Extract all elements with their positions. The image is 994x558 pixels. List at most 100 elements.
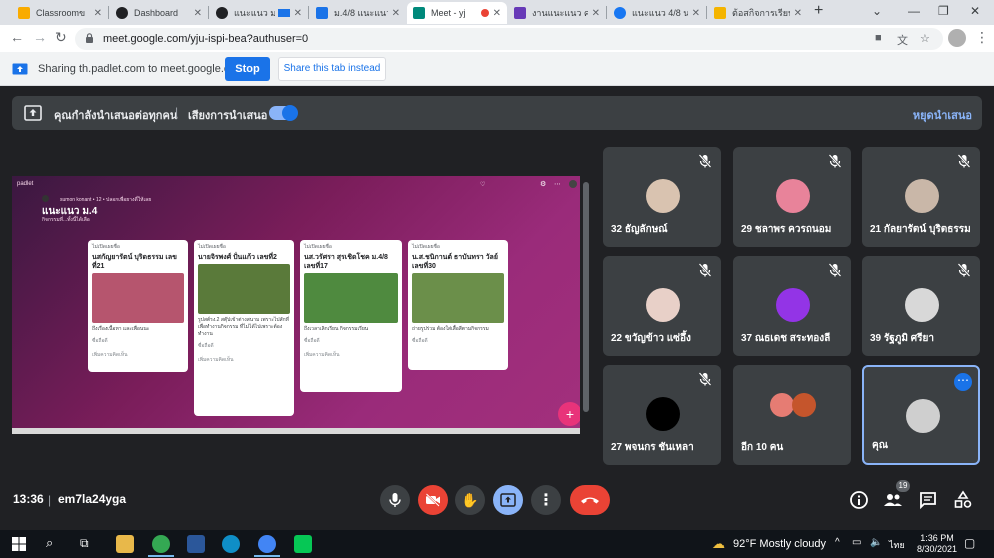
avatar: [646, 288, 680, 322]
participant-tile[interactable]: 27 พจนกร ชันเหลา: [603, 365, 721, 465]
card-header: ไม่เปิดเผยชื่อ: [198, 244, 226, 250]
microphone-button[interactable]: [380, 485, 410, 515]
participant-tile[interactable]: 32 ธัญลักษณ์: [603, 147, 721, 247]
tile-options-icon[interactable]: ⋯: [954, 373, 972, 391]
padlet-icon: [216, 7, 228, 19]
tab-facebook[interactable]: แนะแนว 4/8 น ✕: [608, 2, 706, 24]
input-language[interactable]: ไทย: [889, 538, 905, 552]
facebook-icon: [614, 7, 626, 19]
author-avatar: [42, 195, 49, 202]
chat-icon[interactable]: [918, 490, 938, 510]
participant-name: อีก 10 คน: [741, 442, 784, 453]
profile-avatar[interactable]: [948, 29, 966, 47]
close-icon[interactable]: ✕: [94, 8, 102, 19]
participant-tile[interactable]: 39 รัฐภูมิ ศรียา: [862, 256, 980, 356]
address-bar[interactable]: meet.google.com/yju-ispi-bea?authuser=0 …: [75, 28, 943, 50]
chrome-profile-icon[interactable]: [258, 535, 276, 553]
camera-button[interactable]: [418, 485, 448, 515]
mic-off-icon: [828, 154, 842, 168]
meeting-clock: 13:36: [13, 492, 44, 506]
divider: |: [175, 105, 179, 119]
raise-hand-button[interactable]: ✋: [455, 485, 485, 515]
tray-clock[interactable]: 1:36 PM 8/30/2021: [917, 533, 957, 555]
leave-call-button[interactable]: [570, 485, 610, 515]
windows-start-icon[interactable]: [12, 537, 26, 551]
translate-icon[interactable]: 文: [897, 32, 908, 48]
network-icon[interactable]: ▭: [852, 537, 861, 548]
participant-name: 29 ชลาพร ควรถนอม: [741, 224, 832, 235]
search-icon[interactable]: ⌕: [46, 535, 53, 551]
present-now-button[interactable]: [493, 485, 523, 515]
tab-classroom[interactable]: Classroomข ✕: [12, 2, 108, 24]
participant-tile[interactable]: 29 ชลาพร ควรถนอม: [733, 147, 851, 247]
word-icon[interactable]: [187, 535, 205, 553]
hang-up-icon: [581, 497, 599, 504]
tab-meet[interactable]: Meet - yj ✕: [407, 2, 507, 24]
line-icon[interactable]: [294, 535, 312, 553]
menu-kebab-icon[interactable]: ⋮: [975, 29, 989, 46]
close-icon[interactable]: ✕: [294, 8, 302, 19]
edge-icon[interactable]: [222, 535, 240, 553]
activities-icon[interactable]: [953, 490, 973, 510]
presentation-audio-label: เสียงการนำเสนอ: [188, 110, 268, 122]
card-title: นสกัญยารัตน์ บุริดธรรม เลขที่21: [92, 254, 177, 270]
close-icon[interactable]: ✕: [592, 8, 600, 19]
avatar: [792, 393, 816, 417]
close-icon[interactable]: ✕: [493, 8, 501, 19]
close-icon[interactable]: ✕: [692, 8, 700, 19]
chrome-icon[interactable]: [152, 535, 170, 553]
minimize-button[interactable]: —: [908, 4, 920, 18]
card-comment: เพิ่มความคิดเห็น: [304, 352, 340, 358]
restore-button[interactable]: ❐: [938, 4, 949, 18]
participant-tile[interactable]: 21 กัลยารัตน์ บุริตธรรม: [862, 147, 980, 247]
participant-name: 32 ธัญลักษณ์: [611, 224, 668, 235]
participant-tile[interactable]: 22 ขวัญข้าว แซ่อึ้ง: [603, 256, 721, 356]
close-icon[interactable]: ✕: [194, 8, 202, 19]
weather-text[interactable]: 92°F Mostly cloudy: [733, 538, 826, 550]
participant-tile[interactable]: อีก 10 คน: [733, 365, 851, 465]
task-view-icon[interactable]: ⧉: [80, 536, 89, 551]
close-icon[interactable]: ✕: [392, 8, 400, 19]
tab-forms[interactable]: งานแนะแนว ครั้ ✕: [508, 2, 606, 24]
stop-sharing-button[interactable]: Stop: [225, 57, 270, 81]
participant-name: คุณ: [872, 440, 888, 451]
back-button[interactable]: ←: [10, 29, 24, 45]
url-text: meet.google.com/yju-ispi-bea?authuser=0: [103, 33, 309, 45]
avatar: [646, 179, 680, 213]
reload-button[interactable]: ↻: [55, 29, 67, 46]
padlet-subtitle: กิจกรรมที่...ทั้งนี้ได้เลือ: [42, 217, 90, 223]
close-icon[interactable]: ✕: [794, 8, 802, 19]
notifications-icon[interactable]: ▢: [964, 536, 975, 550]
close-window-button[interactable]: ✕: [970, 4, 980, 18]
card-title: นส.วรัศรา สุรเชิดโชค ม.4/8 เลขที่17: [304, 254, 388, 270]
tab-dashboard[interactable]: Dashboard ✕: [110, 2, 208, 24]
new-tab-button[interactable]: +: [814, 2, 823, 20]
presentation-audio-toggle[interactable]: [269, 105, 298, 121]
camera-blocked-icon[interactable]: ■: [875, 32, 882, 44]
volume-icon[interactable]: 🔈: [870, 537, 882, 548]
tab-slides[interactable]: ต้อสกิจการเรียนรู้ ✕: [708, 2, 808, 24]
bookmark-star-icon[interactable]: ☆: [920, 32, 930, 45]
more-vert-icon: ⋮: [538, 492, 554, 509]
forward-button[interactable]: →: [33, 29, 47, 45]
tab-label: ต้อสกิจการเรียนรู้: [732, 8, 790, 18]
tab-search-icon[interactable]: ⌄: [872, 4, 882, 18]
meeting-details-icon[interactable]: [849, 490, 869, 510]
screen-share-indicator-icon: [277, 9, 290, 17]
camera-off-icon: [425, 493, 440, 507]
more-options-button[interactable]: ⋮: [531, 485, 561, 515]
tab-classroom-class[interactable]: ม.4/8 แนะแนว ✕: [310, 2, 406, 24]
presented-screen: padlet ♡ ⚙ ⋯ sumon konant • 12 • ปลอกเพื…: [12, 176, 592, 434]
share-this-tab-button[interactable]: Share this tab instead: [278, 57, 386, 81]
tray-chevron-icon[interactable]: ^: [835, 537, 840, 548]
file-explorer-icon[interactable]: [116, 535, 134, 553]
card-header: ไม่เปิดเผยชื่อ: [92, 244, 120, 250]
card-title: น.ส.ชนิกานต์ ธาบันทรา วัลย์ เลขที่30: [412, 254, 498, 270]
card-comment: เพิ่มความคิดเห็น: [92, 352, 128, 358]
participant-tile[interactable]: 37 ณธเดช สระทองลี: [733, 256, 851, 356]
tab-padlet[interactable]: แนะแนว ม. ✕: [210, 2, 308, 24]
add-post-button: +: [558, 402, 582, 426]
participant-tile[interactable]: ⋯ คุณ: [862, 365, 980, 465]
people-icon[interactable]: [883, 490, 903, 510]
stop-presenting-button[interactable]: หยุดนำเสนอ: [913, 106, 972, 124]
